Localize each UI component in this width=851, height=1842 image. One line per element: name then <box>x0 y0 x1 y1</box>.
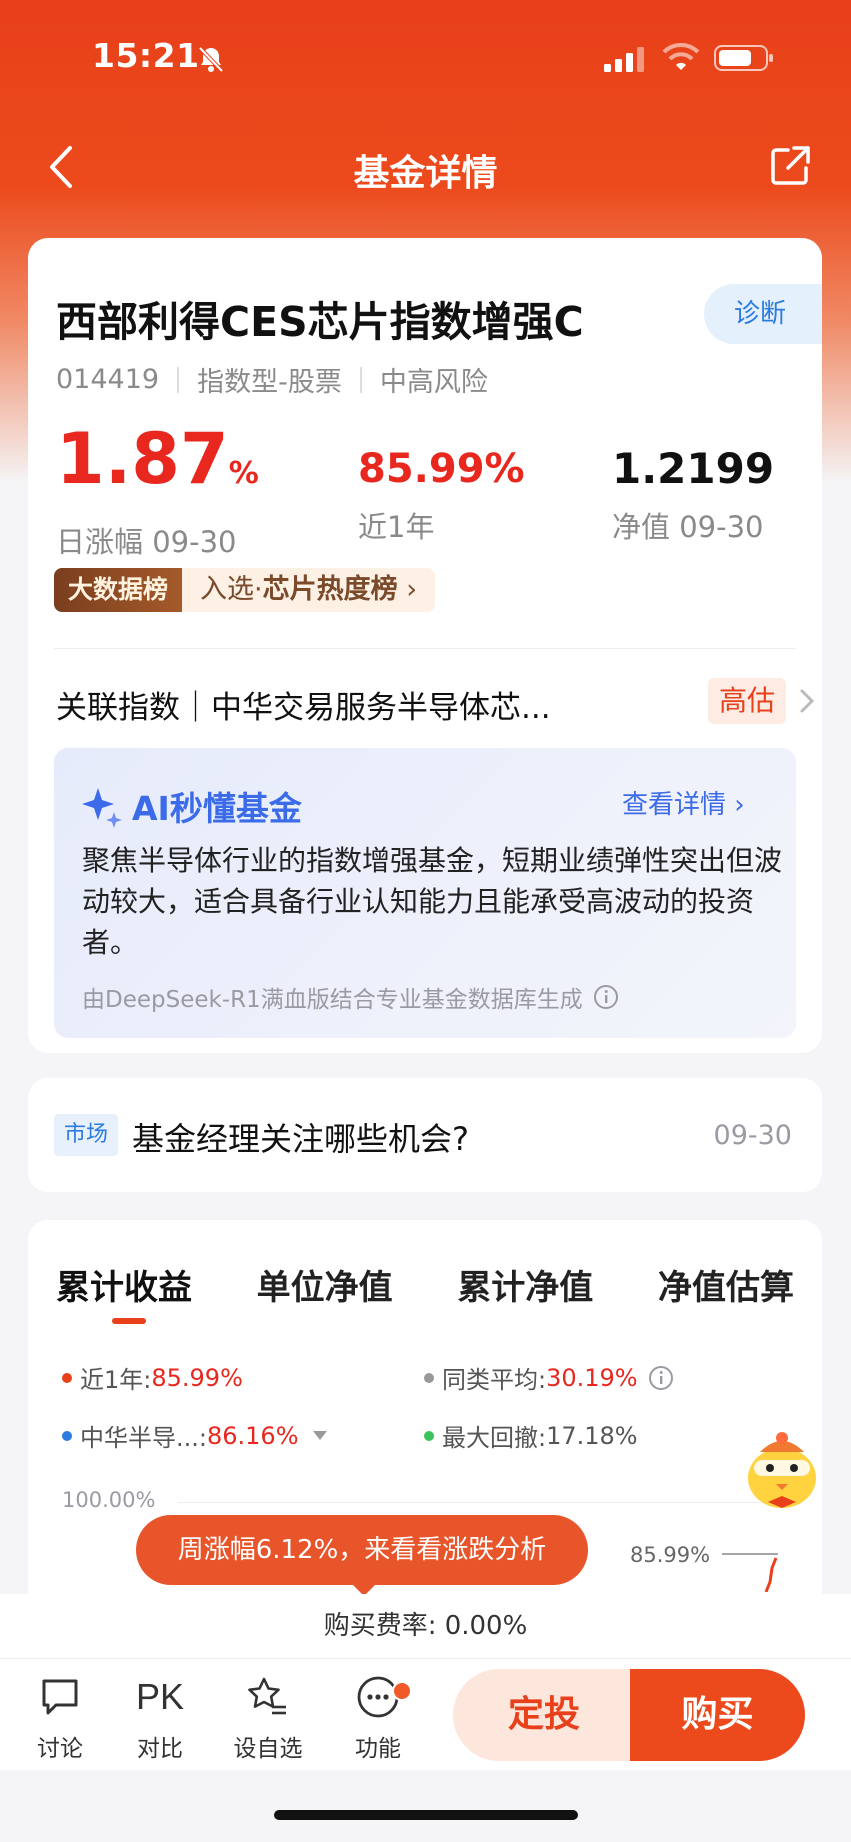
ai-summary-box: AI秒懂基金 查看详情 › 聚焦半导体行业的指数增强基金，短期业绩弹性突出但波动… <box>54 748 796 1038</box>
valuation-badge: 高估 <box>708 678 786 724</box>
status-time: 15:21 <box>92 36 200 75</box>
status-bar: 15:21 <box>0 0 851 110</box>
related-index-row[interactable]: 关联指数｜中华交易服务半导体芯... 高估 <box>56 674 816 734</box>
chart-line-segment <box>722 1553 778 1592</box>
year-return-value: 85.99% <box>358 446 525 492</box>
diagnose-button[interactable]: 诊断 <box>704 284 822 344</box>
legend-value: 86.16% <box>206 1421 299 1450</box>
legend-dot <box>424 1372 434 1383</box>
page-title: 基金详情 <box>353 153 498 194</box>
functions-label: 功能 <box>355 1736 401 1762</box>
ai-details-link[interactable]: 查看详情 › <box>622 784 745 821</box>
divider <box>54 648 796 649</box>
market-news-card[interactable]: 市场 基金经理关注哪些机会? 09-30 <box>28 1078 822 1192</box>
ai-footer-text: 由DeepSeek-R1满血版结合专业基金数据库生成 <box>82 987 583 1013</box>
tag-separator <box>359 366 362 393</box>
fund-risk: 中高风险 <box>379 367 488 398</box>
rank-badge: 大数据榜 <box>54 568 183 612</box>
related-index-text: 关联指数｜中华交易服务半导体芯... <box>56 690 551 726</box>
rank-name: 芯片热度榜 <box>262 574 398 605</box>
tab-nav-estimate[interactable]: 净值估算 <box>658 1260 794 1309</box>
legend-label: 近1年: <box>80 1366 152 1394</box>
compare-button[interactable]: PK 对比 <box>120 1675 200 1763</box>
watchlist-label: 设自选 <box>233 1736 303 1762</box>
compare-label: 对比 <box>137 1736 183 1762</box>
sparkle-icon <box>82 788 122 828</box>
functions-button[interactable]: 功能 <box>338 1675 418 1763</box>
legend-label: 同类平均: <box>442 1366 547 1394</box>
legend-item-index[interactable]: 中华半导...: 86.16% <box>62 1418 327 1453</box>
market-title: 基金经理关注哪些机会? <box>132 1120 469 1158</box>
pk-icon: PK <box>135 1676 185 1717</box>
rank-text: 入选·芯片热度榜 › <box>182 568 435 612</box>
legend-label: 中华半导...: <box>80 1424 207 1452</box>
notification-dot <box>392 1681 412 1701</box>
discuss-label: 讨论 <box>37 1736 83 1762</box>
auto-invest-button[interactable]: 定投 <box>453 1669 635 1761</box>
tab-cumulative-return[interactable]: 累计收益 <box>56 1260 192 1309</box>
buy-button[interactable]: 购买 <box>630 1669 805 1761</box>
tab-unit-nav[interactable]: 单位净值 <box>257 1260 393 1309</box>
y-axis-top-label: 100.00% <box>62 1488 156 1512</box>
ai-details-label: 查看详情 <box>622 790 727 820</box>
legend-item: 近1年: 85.99% <box>62 1360 243 1395</box>
battery-icon <box>714 45 773 71</box>
year-return-label: 近1年 <box>358 510 435 544</box>
mascot-chick-icon[interactable] <box>740 1426 830 1514</box>
tab-cumulative-nav[interactable]: 累计净值 <box>457 1260 593 1309</box>
nav-stat: 1.2199 净值 09-30 <box>612 444 774 546</box>
fund-type: 指数型-股票 <box>197 367 342 398</box>
daily-change-label: 日涨幅 09-30 <box>56 525 237 559</box>
ai-summary-text: 聚焦半导体行业的指数增强基金，短期业绩弹性突出但波动较大，适合具备行业认知能力且… <box>82 844 783 959</box>
fund-name: 西部利得CES芯片指数增强C <box>56 298 584 346</box>
bell-muted-icon <box>198 46 224 73</box>
legend-value: 30.19% <box>546 1363 638 1392</box>
fund-code: 014419 <box>56 364 160 395</box>
market-tag: 市场 <box>54 1114 119 1156</box>
discuss-button[interactable]: 讨论 <box>20 1675 100 1763</box>
legend-item: 同类平均: 30.19% <box>424 1360 674 1395</box>
cellular-signal-icon <box>604 47 644 72</box>
bottom-action-bar: 讨论 PK 对比 设自选 功能 定投 购买 <box>0 1658 851 1770</box>
ai-title: AI秒懂基金 <box>132 789 302 828</box>
tag-separator <box>177 366 180 393</box>
chart-end-value: 85.99% <box>630 1543 711 1567</box>
star-list-icon <box>248 1677 286 1715</box>
fund-tags: 014419 指数型-股票 中高风险 <box>56 360 488 399</box>
rank-prefix: 入选· <box>200 574 263 605</box>
grid-line <box>178 1502 796 1503</box>
info-icon[interactable] <box>593 984 619 1010</box>
info-icon[interactable] <box>648 1365 674 1391</box>
share-icon[interactable] <box>768 144 812 188</box>
legend-label: 最大回撤: <box>442 1424 547 1452</box>
legend-value: 17.18% <box>546 1421 638 1450</box>
nav-bar: 基金详情 <box>0 130 851 202</box>
year-return-stat: 85.99% 近1年 <box>358 444 525 546</box>
add-watchlist-button[interactable]: 设自选 <box>228 1675 308 1763</box>
chevron-right-icon <box>800 689 815 713</box>
rank-banner[interactable]: 大数据榜 入选·芯片热度榜 › <box>54 568 435 612</box>
market-date: 09-30 <box>713 1120 792 1151</box>
fund-summary-card: 西部利得CES芯片指数增强C 诊断 014419 指数型-股票 中高风险 1.8… <box>28 238 822 1053</box>
legend-item: 最大回撤: 17.18% <box>424 1418 638 1453</box>
wifi-icon <box>662 42 700 70</box>
legend-value: 85.99% <box>151 1363 243 1392</box>
chat-bubble-icon <box>42 1679 78 1715</box>
legend-dot <box>62 1372 72 1383</box>
ai-footer: 由DeepSeek-R1满血版结合专业基金数据库生成 <box>82 980 619 1014</box>
daily-change-stat: 1.87% 日涨幅 09-30 <box>56 420 259 561</box>
active-tab-indicator <box>112 1318 146 1324</box>
nav-value: 1.2199 <box>612 444 775 493</box>
purchase-fee-bar: 购买费率: 0.00% <box>0 1594 851 1658</box>
home-indicator[interactable] <box>274 1810 578 1820</box>
nav-label: 净值 09-30 <box>612 510 764 544</box>
weekly-change-tooltip[interactable]: 周涨幅6.12%，来看看涨跌分析 <box>136 1515 588 1585</box>
legend-dot <box>424 1430 434 1441</box>
legend-dot <box>62 1430 72 1441</box>
daily-change-unit: % <box>228 456 259 491</box>
caret-down-icon <box>312 1430 327 1440</box>
chart-tabs: 累计收益 单位净值 累计净值 净值估算 <box>56 1260 822 1309</box>
daily-change-value: 1.87 <box>56 418 229 500</box>
